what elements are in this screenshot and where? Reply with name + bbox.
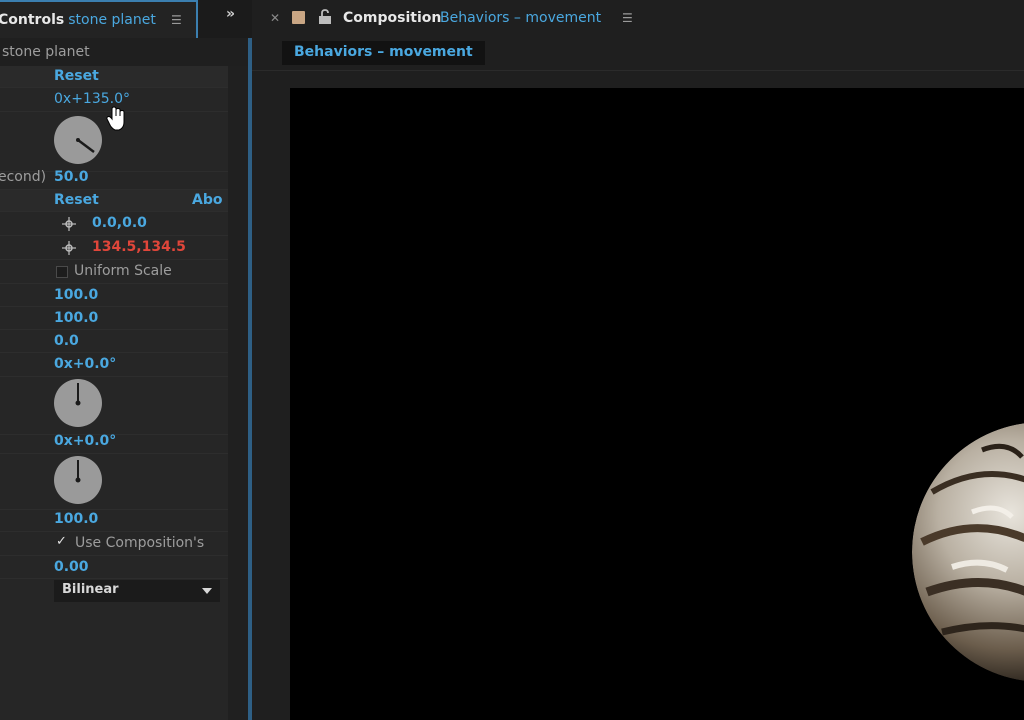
reset-button[interactable]: Reset bbox=[54, 68, 99, 84]
composition-viewer[interactable] bbox=[290, 88, 1024, 720]
scale-height-value[interactable]: 100.0 bbox=[54, 287, 98, 303]
close-icon[interactable]: ✕ bbox=[270, 11, 280, 25]
skew-axis-value[interactable]: 0x+0.0° bbox=[54, 356, 116, 372]
composition-panel-title: Composition bbox=[343, 10, 442, 26]
skew-axis-dial[interactable] bbox=[54, 379, 102, 427]
uniform-scale-checkbox[interactable] bbox=[56, 266, 68, 278]
property-row-opacity: 100.0 bbox=[0, 508, 228, 532]
property-row-uniform-scale: Uniform Scale bbox=[0, 260, 228, 284]
checkmark-icon[interactable]: ✓ bbox=[56, 534, 67, 549]
property-row-reset: Reset bbox=[0, 66, 228, 88]
shutter-value[interactable]: 0.00 bbox=[54, 559, 89, 575]
rotation-dial[interactable] bbox=[54, 116, 102, 164]
uniform-scale-label: Uniform Scale bbox=[74, 263, 172, 279]
sampling-dropdown[interactable]: Bilinear bbox=[54, 580, 220, 602]
crosshair-icon[interactable] bbox=[62, 241, 76, 255]
about-link[interactable]: Abo bbox=[192, 192, 222, 208]
reset-button-2[interactable]: Reset bbox=[54, 192, 99, 208]
property-row-skew-axis: 0x+0.0° bbox=[0, 353, 228, 377]
property-row-skew-axis-dial bbox=[0, 377, 228, 435]
lock-icon[interactable] bbox=[318, 9, 332, 29]
property-row-scale-height: 100.0 bbox=[0, 284, 228, 307]
use-composition-label: Use Composition's bbox=[75, 535, 205, 551]
stone-planet-layer[interactable] bbox=[912, 422, 1024, 682]
hamburger-icon[interactable]: ☰ bbox=[622, 11, 633, 25]
property-row-shutter: 0.00 bbox=[0, 556, 228, 579]
scale-width-value[interactable]: 100.0 bbox=[54, 310, 98, 326]
effect-controls-tab[interactable]: Controls stone planet ☰ bbox=[0, 0, 196, 38]
double-chevron-right-icon[interactable]: » bbox=[226, 6, 235, 22]
hand-cursor-icon bbox=[106, 106, 128, 136]
property-row-use-composition: ✓ Use Composition's bbox=[0, 532, 228, 556]
effect-controls-tab-title: Controls bbox=[0, 12, 65, 28]
property-row-point-b: 134.5,134.5 bbox=[0, 236, 228, 260]
composition-panel: ✕ Composition Behaviors – movement ☰ Beh… bbox=[252, 0, 1024, 720]
effect-controls-subheader: stone planet bbox=[0, 38, 252, 66]
opacity-value[interactable]: 100.0 bbox=[54, 511, 98, 527]
speed-label: econd) bbox=[0, 169, 47, 185]
crosshair-icon[interactable] bbox=[62, 217, 76, 231]
composition-name: Behaviors – movement bbox=[440, 10, 602, 26]
property-row-skew: 0.0 bbox=[0, 330, 228, 353]
effect-controls-scrollbar[interactable] bbox=[228, 66, 248, 720]
rotation-value[interactable]: 0x+135.0° bbox=[54, 91, 130, 107]
hamburger-icon[interactable]: ☰ bbox=[171, 13, 182, 27]
speed-value[interactable]: 50.0 bbox=[54, 169, 89, 185]
effect-controls-panel: Controls stone planet ☰ » stone planet R… bbox=[0, 0, 252, 720]
dropdown-arrow-icon bbox=[202, 588, 212, 594]
property-row-rotation-2-dial bbox=[0, 454, 228, 510]
effect-controls-layer-name: stone planet bbox=[68, 12, 156, 28]
effect-properties-list: Reset 0x+135.0° econd) 50.0 Reset Abo 0.… bbox=[0, 66, 228, 720]
composition-color-swatch bbox=[292, 11, 305, 24]
composition-panel-header: ✕ Composition Behaviors – movement ☰ bbox=[252, 0, 1024, 38]
skew-value[interactable]: 0.0 bbox=[54, 333, 79, 349]
rotation-2-value[interactable]: 0x+0.0° bbox=[54, 433, 116, 449]
property-row-reset-2: Reset Abo bbox=[0, 190, 228, 212]
property-row-rotation-2: 0x+0.0° bbox=[0, 430, 228, 454]
property-row-speed: econd) 50.0 bbox=[0, 166, 228, 190]
sampling-selected: Bilinear bbox=[62, 582, 119, 597]
property-row-point-a: 0.0,0.0 bbox=[0, 212, 228, 236]
property-row-sampling: Bilinear bbox=[0, 579, 228, 605]
point-a-value[interactable]: 0.0,0.0 bbox=[92, 215, 147, 231]
tab-separator bbox=[252, 70, 1024, 71]
property-row-scale-width: 100.0 bbox=[0, 307, 228, 330]
tab-behaviors-movement[interactable]: Behaviors – movement bbox=[282, 41, 485, 65]
tab-bar-overflow-area bbox=[198, 0, 252, 38]
rotation-2-dial[interactable] bbox=[54, 456, 102, 504]
point-b-value[interactable]: 134.5,134.5 bbox=[92, 239, 186, 255]
